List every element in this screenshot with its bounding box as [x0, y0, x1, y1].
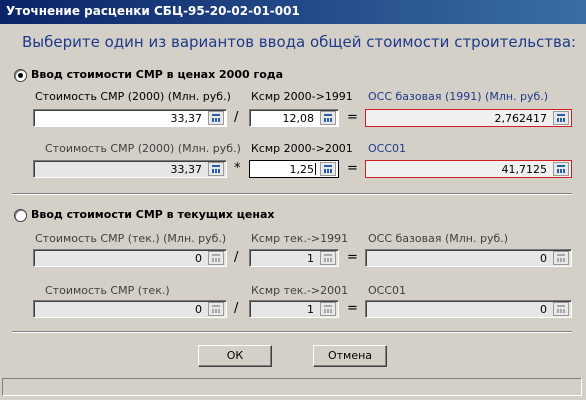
s1r1-k-label: Ксмр 2000->1991 — [251, 90, 353, 103]
section2-label[interactable]: Ввод стоимости СМР в текущих ценах — [31, 208, 274, 221]
page-heading: Выберите один из вариантов ввода общей с… — [22, 33, 577, 51]
section-divider — [12, 193, 572, 195]
calculator-icon[interactable] — [553, 302, 569, 316]
calculator-icon[interactable] — [320, 302, 336, 316]
s2r2-cost-field: 0 — [33, 300, 227, 318]
calculator-icon[interactable] — [208, 302, 224, 316]
s1r2-cost-field: 33,37 — [33, 160, 227, 178]
s2r2-result-label: ОСС01 — [368, 284, 407, 297]
text-cursor — [315, 163, 316, 175]
s1r1-k-input[interactable]: 12,08 — [249, 109, 339, 127]
s2r1-divide-sign: / — [234, 250, 239, 265]
s2r2-equals-sign: = — [347, 301, 358, 316]
s2r2-k-label: Ксмр тек.->2001 — [251, 284, 349, 297]
s1r2-k-input[interactable]: 1,25 — [249, 160, 339, 178]
radio-prices-2000[interactable] — [14, 69, 27, 82]
s1r2-result-value: 41,7125 — [501, 163, 548, 176]
s1r1-cost-value: 33,37 — [170, 112, 203, 125]
calculator-icon[interactable] — [553, 251, 569, 265]
s1r1-divide-sign: / — [234, 110, 239, 125]
s2r2-result-field: 0 — [365, 300, 572, 318]
s1r2-equals-sign: = — [347, 161, 358, 176]
cancel-button[interactable]: Отмена — [313, 345, 387, 367]
s1r1-cost-input[interactable]: 33,37 — [33, 109, 227, 127]
s2r1-result-value: 0 — [540, 252, 547, 265]
calculator-icon[interactable] — [320, 111, 336, 125]
s1r1-k-value: 12,08 — [282, 112, 315, 125]
radio-current-prices[interactable] — [14, 209, 27, 222]
s2r1-result-label: ОСС базовая (Млн. руб.) — [368, 232, 509, 245]
s1r2-cost-value: 33,37 — [170, 163, 203, 176]
calculator-icon[interactable] — [553, 162, 569, 176]
status-bar — [2, 378, 582, 396]
s2r1-k-value: 1 — [307, 252, 314, 265]
s2r2-k-input[interactable]: 1 — [249, 300, 339, 318]
s1r2-result-field: 41,7125 — [365, 160, 572, 178]
s2r1-cost-label: Стоимость СМР (тек.) (Млн. руб.) — [35, 232, 227, 245]
calculator-icon[interactable] — [320, 162, 336, 176]
s1r1-equals-sign: = — [347, 110, 358, 125]
s1r2-result-label: ОСС01 — [368, 142, 407, 155]
s1r2-cost-label: Стоимость СМР (2000) (Млн. руб.) — [45, 142, 241, 155]
s2r2-cost-value: 0 — [195, 303, 202, 316]
footer-divider — [12, 331, 572, 333]
calculator-icon[interactable] — [553, 111, 569, 125]
s1r1-result-value: 2,762417 — [494, 112, 548, 125]
s1r2-k-value: 1,25 — [289, 163, 315, 176]
s2r1-k-input[interactable]: 1 — [249, 249, 339, 267]
s2r2-cost-label: Стоимость СМР (тек.) — [45, 284, 170, 297]
s2r1-cost-input[interactable]: 0 — [33, 249, 227, 267]
calculator-icon[interactable] — [208, 111, 224, 125]
s1r2-k-label: Ксмр 2000->2001 — [251, 142, 353, 155]
section1-label[interactable]: Ввод стоимости СМР в ценах 2000 года — [31, 68, 283, 81]
calculator-icon[interactable] — [208, 162, 224, 176]
s1r1-result-label: ОСС базовая (1991) (Млн. руб.) — [368, 90, 549, 103]
s2r2-result-value: 0 — [540, 303, 547, 316]
s2r1-k-label: Ксмр тек.->1991 — [251, 232, 349, 245]
s2r2-k-value: 1 — [307, 303, 314, 316]
s2r1-equals-sign: = — [347, 250, 358, 265]
s2r1-cost-value: 0 — [195, 252, 202, 265]
radio-selected-dot — [18, 73, 23, 78]
calculator-icon[interactable] — [208, 251, 224, 265]
window-title: Уточнение расценки СБЦ-95-20-02-01-001 — [6, 4, 300, 18]
s1r2-multiply-sign: * — [234, 161, 241, 176]
s2r1-result-field: 0 — [365, 249, 572, 267]
title-bar: Уточнение расценки СБЦ-95-20-02-01-001 — [0, 0, 586, 24]
s1r1-cost-label: Стоимость СМР (2000) (Млн. руб.) — [35, 90, 231, 103]
calculator-icon[interactable] — [320, 251, 336, 265]
s2r2-divide-sign: / — [234, 301, 239, 316]
ok-button[interactable]: ОК — [198, 345, 272, 367]
s1r1-result-field: 2,762417 — [365, 109, 572, 127]
